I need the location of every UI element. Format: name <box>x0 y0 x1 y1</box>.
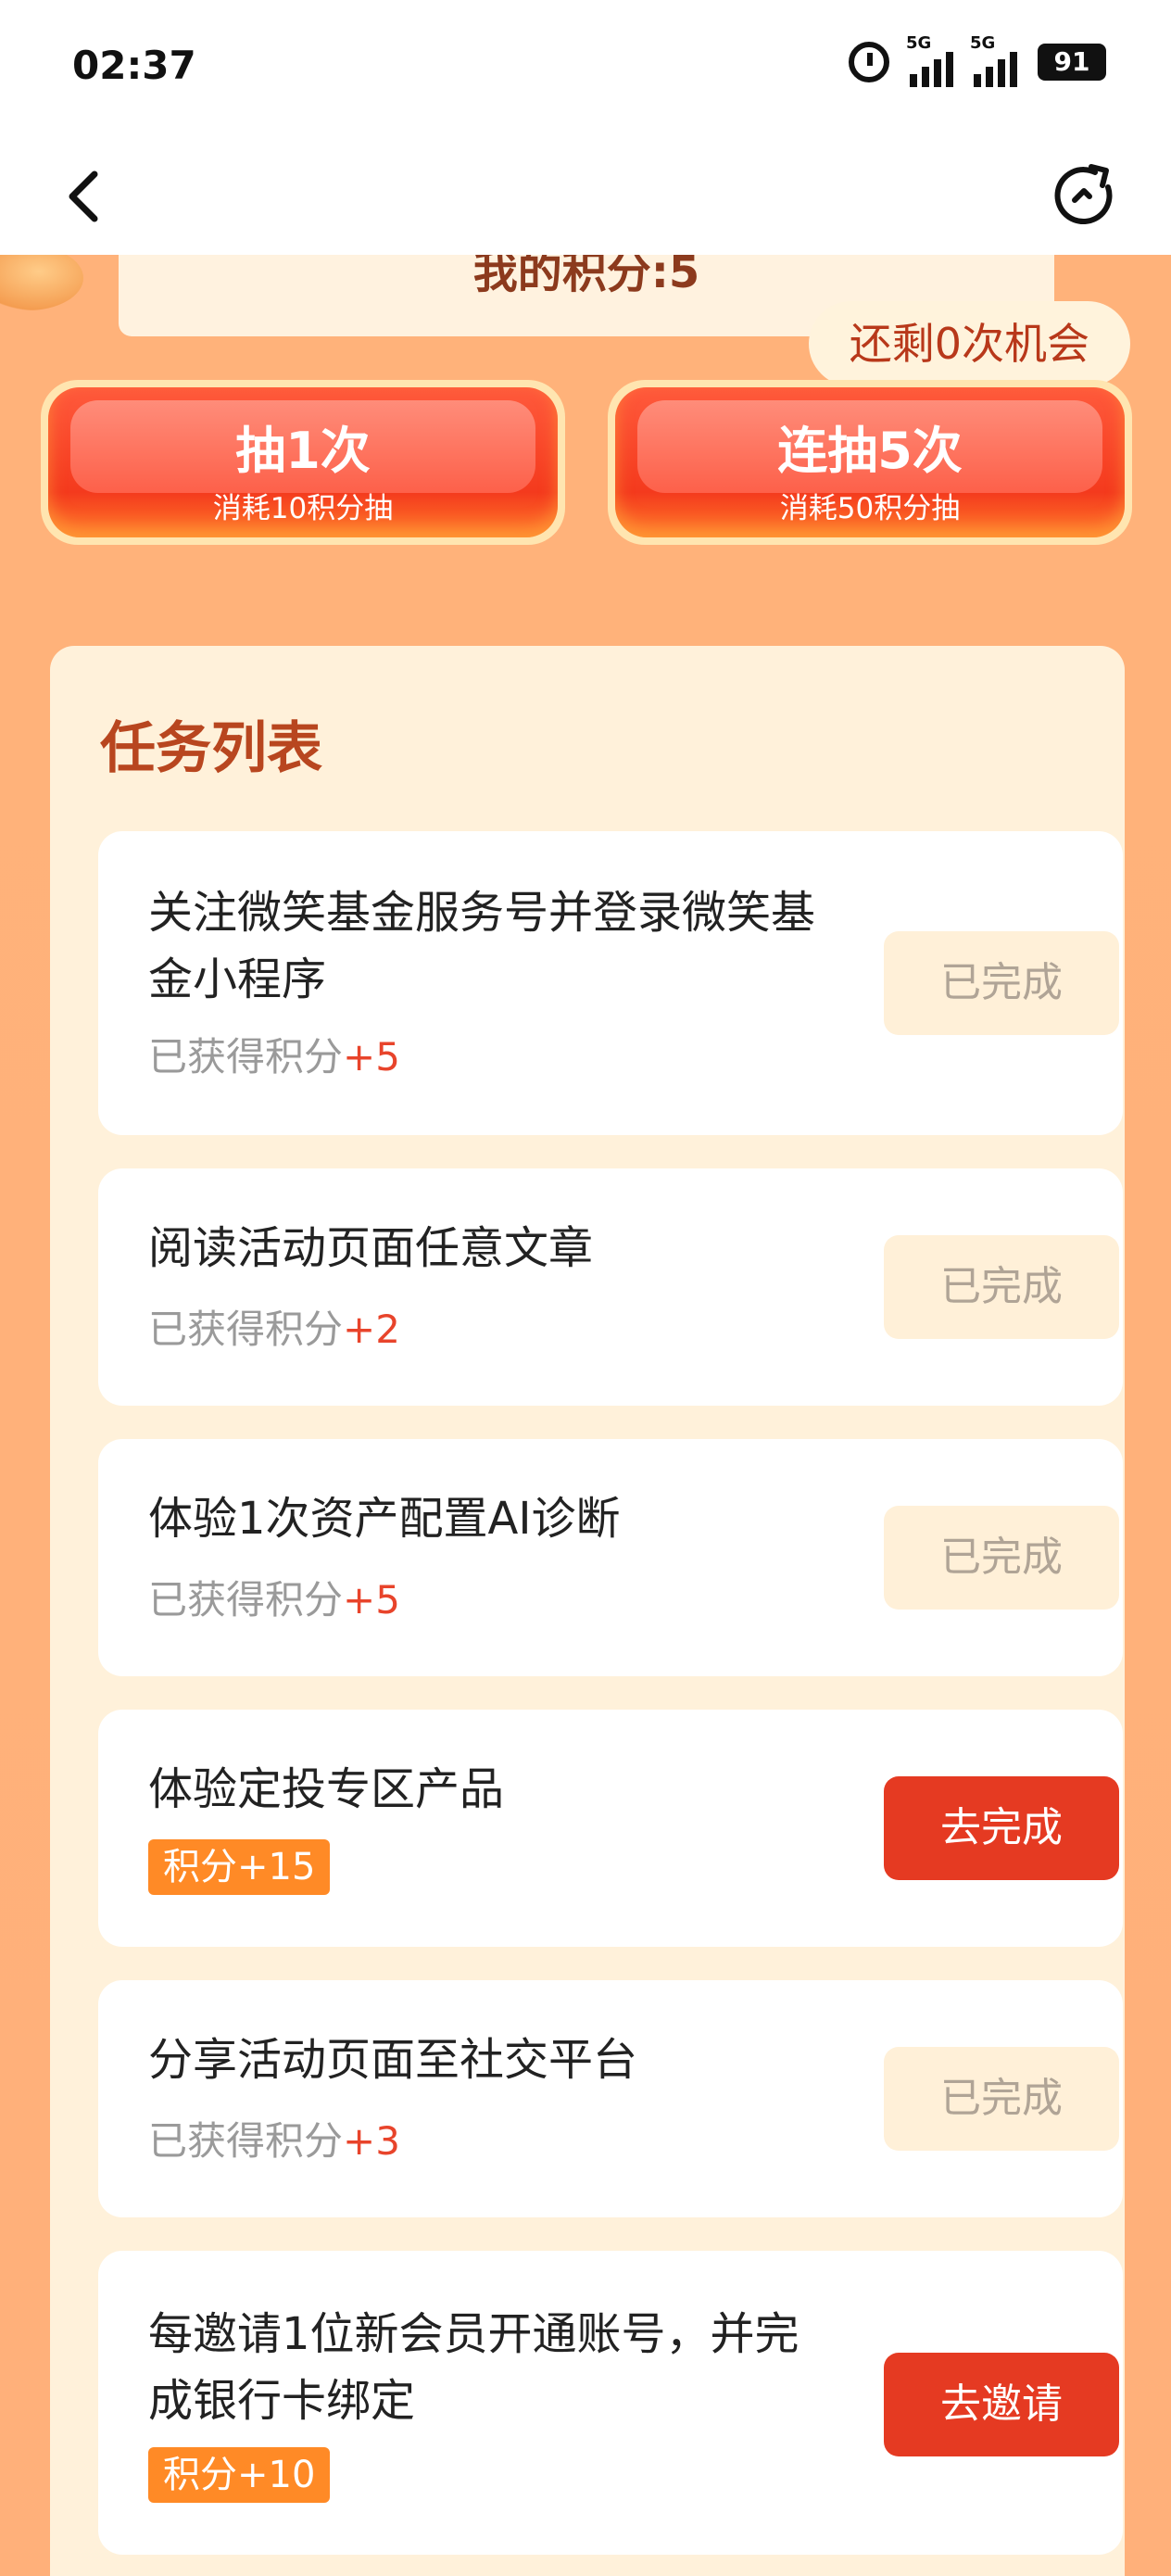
task-title: 体验定投专区产品 <box>148 1763 505 1815</box>
status-time: 02:37 <box>72 43 196 88</box>
refresh-icon[interactable] <box>1049 159 1121 232</box>
draw-once-cost: 消耗10积分抽 <box>212 492 394 525</box>
task-earned-value: +5 <box>343 1577 400 1623</box>
task-earned-label: 已获得积分 <box>148 2118 344 2164</box>
task-item: 分享活动页面至社交平台 已获得积分+3 已完成 <box>98 1980 1123 2217</box>
signal-label: 5G <box>906 33 932 53</box>
task-earned-label: 已获得积分 <box>148 1034 344 1080</box>
draw-five-button[interactable]: 连抽5次 消耗50积分抽 <box>608 380 1132 545</box>
task-item: 体验定投专区产品 积分+15 去完成 <box>98 1710 1123 1947</box>
points-tag: 积分+10 <box>148 2447 331 2503</box>
signal-icon: 5G <box>970 33 1017 87</box>
task-done-button[interactable]: 已完成 <box>884 931 1119 1035</box>
remaining-chances-badge: 还剩0次机会 <box>808 301 1130 386</box>
coin-decoration <box>0 255 83 310</box>
task-done-button[interactable]: 已完成 <box>884 1506 1119 1610</box>
task-invite-button[interactable]: 去邀请 <box>884 2353 1119 2456</box>
nav-bar <box>0 139 1171 255</box>
battery-icon: 91 <box>1038 44 1106 81</box>
draw-five-title: 连抽5次 <box>777 422 963 480</box>
task-panel: 任务列表 关注微笑基金服务号并登录微笑基金小程序 已获得积分+5 已完成 阅读活… <box>50 646 1125 2576</box>
my-points-label: 我的积分:5 <box>472 255 700 298</box>
task-done-button[interactable]: 已完成 <box>884 2047 1119 2151</box>
draw-once-title: 抽1次 <box>235 422 371 480</box>
task-title: 阅读活动页面任意文章 <box>148 1222 594 1274</box>
status-icons: 5G 5G 91 <box>849 33 1106 87</box>
alarm-icon <box>849 42 889 82</box>
draw-five-cost: 消耗50积分抽 <box>779 492 961 525</box>
task-item: 每邀请1位新会员开通账号，并完成银行卡绑定 积分+10 去邀请 <box>98 2251 1123 2555</box>
task-title: 体验1次资产配置AI诊断 <box>148 1493 621 1545</box>
lottery-area: 我的积分:5 还剩0次机会 抽1次 消耗10积分抽 连抽5次 消耗50积分抽 任… <box>0 255 1171 2576</box>
task-earned: 已获得积分+5 <box>148 1569 400 1625</box>
status-bar: 02:37 5G 5G 91 <box>0 0 1171 139</box>
task-earned-label: 已获得积分 <box>148 1577 344 1623</box>
task-earned-value: +5 <box>343 1034 400 1080</box>
task-done-button[interactable]: 已完成 <box>884 1235 1119 1339</box>
task-earned: 已获得积分+5 <box>148 1026 400 1082</box>
signal-label: 5G <box>970 33 996 53</box>
task-title: 分享活动页面至社交平台 <box>148 2034 638 2086</box>
task-item: 体验1次资产配置AI诊断 已获得积分+5 已完成 <box>98 1439 1123 1676</box>
task-earned-value: +3 <box>343 2118 400 2164</box>
task-earned: 已获得积分+2 <box>148 1298 400 1355</box>
task-go-button[interactable]: 去完成 <box>884 1776 1119 1880</box>
task-title: 每邀请1位新会员开通账号，并完成银行卡绑定 <box>148 2308 800 2427</box>
points-tag: 积分+15 <box>148 1839 331 1895</box>
signal-icon: 5G <box>906 33 953 87</box>
chevron-left-icon[interactable] <box>56 167 115 226</box>
task-panel-title: 任务列表 <box>100 716 322 781</box>
draw-five-face: 连抽5次 消耗50积分抽 <box>615 387 1125 537</box>
task-item: 关注微笑基金服务号并登录微笑基金小程序 已获得积分+5 已完成 <box>98 831 1123 1135</box>
task-earned-label: 已获得积分 <box>148 1307 344 1352</box>
task-earned: 已获得积分+3 <box>148 2110 400 2166</box>
draw-once-face: 抽1次 消耗10积分抽 <box>48 387 558 537</box>
task-earned-value: +2 <box>343 1307 400 1352</box>
draw-once-button[interactable]: 抽1次 消耗10积分抽 <box>41 380 565 545</box>
task-item: 阅读活动页面任意文章 已获得积分+2 已完成 <box>98 1168 1123 1406</box>
task-title: 关注微笑基金服务号并登录微笑基金小程序 <box>148 887 816 1005</box>
